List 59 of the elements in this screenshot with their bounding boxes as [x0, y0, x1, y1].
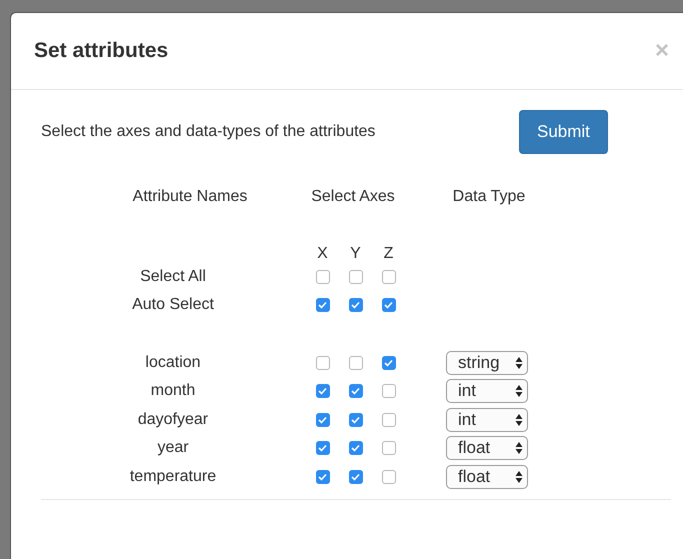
- check-icon: [351, 301, 360, 310]
- type-select[interactable]: int: [446, 379, 528, 404]
- check-icon: [318, 416, 327, 424]
- type-select[interactable]: int: [446, 408, 528, 432]
- type-select[interactable]: float: [446, 436, 528, 460]
- submit-button[interactable]: Submit: [519, 110, 608, 154]
- check-icon: [351, 387, 360, 396]
- column-header: Data Type: [452, 188, 526, 206]
- updown-icon: [515, 470, 523, 484]
- updown-icon: [515, 412, 523, 427]
- attribute-name: month: [150, 382, 196, 400]
- dialog-title: Set attributes: [34, 39, 168, 63]
- attribute-name: year: [156, 439, 190, 458]
- type-select[interactable]: string: [446, 350, 528, 375]
- updown-icon: [515, 441, 523, 456]
- check-icon: [318, 444, 327, 452]
- instruction-text: Select the axes and data-types of the attributes: [41, 123, 376, 141]
- checkbox[interactable]: [316, 384, 330, 398]
- column-header: Attribute Names: [132, 188, 248, 206]
- checkbox[interactable]: [348, 356, 362, 370]
- checkbox[interactable]: [316, 356, 330, 370]
- check-icon: [351, 444, 360, 452]
- check-icon: [318, 387, 327, 396]
- checkbox[interactable]: [348, 470, 362, 484]
- check-icon: [384, 301, 393, 310]
- checkbox[interactable]: [382, 384, 396, 398]
- updown-icon: [515, 356, 523, 370]
- check-icon: [384, 358, 393, 367]
- updown-icon: [515, 384, 523, 398]
- checkbox[interactable]: [348, 412, 362, 427]
- checkbox[interactable]: [382, 470, 396, 484]
- attribute-name: temperature: [128, 468, 218, 486]
- check-icon: [318, 301, 327, 310]
- axis-label: X: [316, 244, 329, 263]
- checkbox[interactable]: [316, 412, 330, 427]
- checkbox[interactable]: [348, 441, 362, 456]
- row-label: Auto Select: [131, 296, 215, 314]
- checkbox[interactable]: [348, 298, 362, 312]
- checkbox[interactable]: [348, 270, 362, 284]
- check-icon: [351, 473, 360, 482]
- row-label: Select All: [139, 268, 207, 286]
- checkbox[interactable]: [382, 298, 396, 312]
- attribute-name: location: [144, 354, 202, 372]
- checkbox[interactable]: [316, 298, 330, 312]
- checkbox[interactable]: [348, 384, 362, 398]
- axis-label: Z: [382, 244, 394, 263]
- axis-label: Y: [349, 244, 362, 263]
- checkbox[interactable]: [316, 470, 330, 484]
- checkbox[interactable]: [382, 441, 396, 456]
- attribute-name: dayofyear: [136, 410, 210, 429]
- check-icon: [351, 416, 360, 424]
- type-select[interactable]: float: [446, 465, 528, 490]
- check-icon: [318, 473, 327, 482]
- column-header: Select Axes: [310, 188, 396, 206]
- checkbox[interactable]: [316, 441, 330, 456]
- checkbox[interactable]: [316, 270, 330, 284]
- checkbox[interactable]: [382, 412, 396, 427]
- checkbox[interactable]: [382, 270, 396, 284]
- checkbox[interactable]: [382, 356, 396, 370]
